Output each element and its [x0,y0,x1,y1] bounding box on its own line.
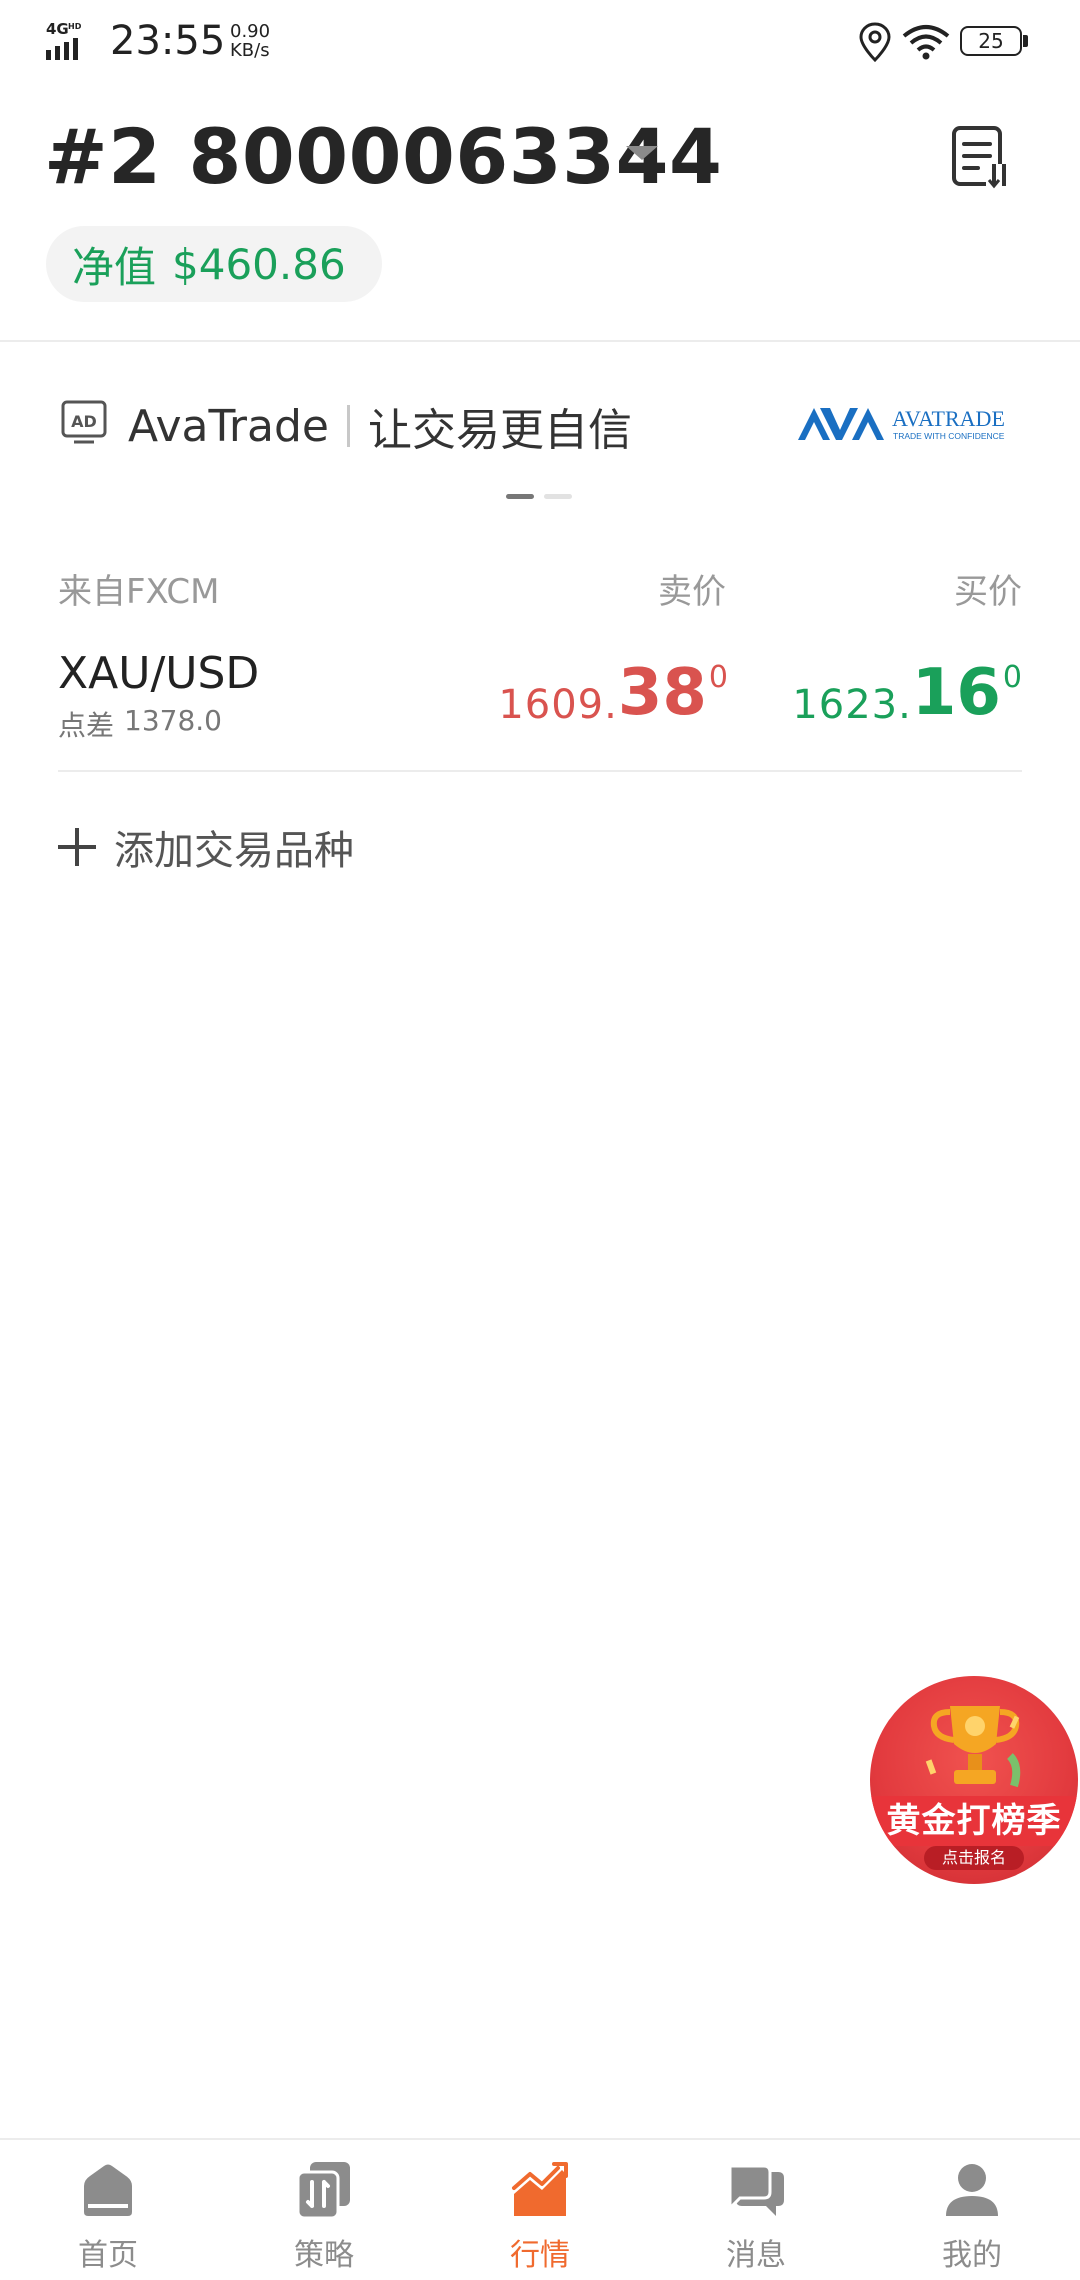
divider [0,340,1080,342]
status-bar: 4G HD 23:55 0.90 KB/s 25 [0,0,1080,84]
location-icon [859,22,891,62]
row-divider [58,770,1022,772]
nav-strategy-label: 策略 [294,2238,354,2273]
add-symbol-button[interactable]: 添加交易品种 [58,818,354,876]
network-speed: 0.90 KB/s [230,22,270,60]
account-selector[interactable]: #2 8000063344 [44,112,722,201]
nav-home[interactable]: 首页 [0,2140,216,2280]
caret-down-icon[interactable] [626,146,658,160]
profile-icon [946,2164,998,2216]
sell-price-big: 38 [617,656,707,730]
cellular-signal-icon: 4G HD [46,20,82,60]
ad-banner[interactable]: AvaTrade 让交易更自信 [128,394,632,458]
avatrade-logo-tagline: TRADE WITH CONFIDENCE [893,431,1005,441]
nav-profile[interactable]: 我的 [864,2140,1080,2280]
sell-price[interactable]: 1609. 38 0 [498,652,728,730]
promo-title: 黄金打榜季 [870,1796,1078,1846]
strategy-icon [296,2162,350,2220]
carousel-dot-active [506,494,534,499]
nav-messages-label: 消息 [726,2238,786,2273]
avatrade-logo-text: AVATRADE [892,406,1005,431]
nav-home-label: 首页 [78,2238,138,2273]
sell-price-pip: 0 [708,660,728,695]
avatrade-logo[interactable]: AVATRADE TRADE WITH CONFIDENCE [796,402,1026,446]
promo-subtitle: 点击报名 [924,1846,1024,1870]
order-list-icon[interactable] [950,124,1014,190]
wifi-icon [902,25,950,60]
clock: 23:55 [110,18,226,64]
sell-price-base: 1609. [498,682,618,728]
svg-text:4G: 4G [46,20,69,38]
buy-price-header: 买价 [954,572,1022,612]
nav-messages[interactable]: 消息 [648,2140,864,2280]
sell-price-header: 卖价 [658,572,726,612]
bottom-nav: 首页 策略 行情 消息 我的 [0,2138,1080,2280]
equity-label: 净值 [72,242,157,292]
network-speed-unit: KB/s [230,40,270,61]
ad-icon: AD [61,400,107,444]
battery-level: 25 [978,29,1004,53]
nav-market-label: 行情 [510,2238,570,2273]
buy-price-pip: 0 [1002,660,1022,695]
ad-slogan: 让交易更自信 [368,405,632,456]
plus-icon [58,828,96,866]
equity-badge: 净值 $460.86 [46,226,382,302]
carousel-dot [544,494,572,499]
nav-strategy[interactable]: 策略 [216,2140,432,2280]
add-symbol-label: 添加交易品种 [114,828,354,874]
market-chart-icon [512,2162,568,2216]
equity-value: $460.86 [172,239,346,289]
buy-price-base: 1623. [792,682,912,728]
trophy-icon [925,1706,1021,1788]
ad-brand: AvaTrade [128,400,329,452]
ad-separator [347,405,350,447]
symbol-name: XAU/USD [58,648,260,699]
network-speed-value: 0.90 [230,21,271,42]
quote-source-header: 来自FXCM [58,572,220,612]
spread-label: 点差 [58,709,115,742]
nav-profile-label: 我的 [942,2238,1002,2273]
spread-value: 1378.0 [124,704,222,737]
home-icon [84,2164,132,2216]
spread: 点差 1378.0 [58,704,222,744]
buy-price[interactable]: 1623. 16 0 [792,652,1022,730]
carousel-indicator [506,494,572,499]
battery-icon: 25 [960,26,1030,58]
promo-float-button[interactable]: 黄金打榜季 点击报名 [870,1676,1078,1884]
market-screen: 4G HD 23:55 0.90 KB/s 25 #2 8000063344 净… [0,0,1080,2280]
message-icon [728,2164,784,2216]
ad-badge-label: AD [71,412,97,431]
svg-text:HD: HD [68,22,82,31]
buy-price-big: 16 [911,656,1001,730]
nav-market[interactable]: 行情 [432,2140,648,2280]
